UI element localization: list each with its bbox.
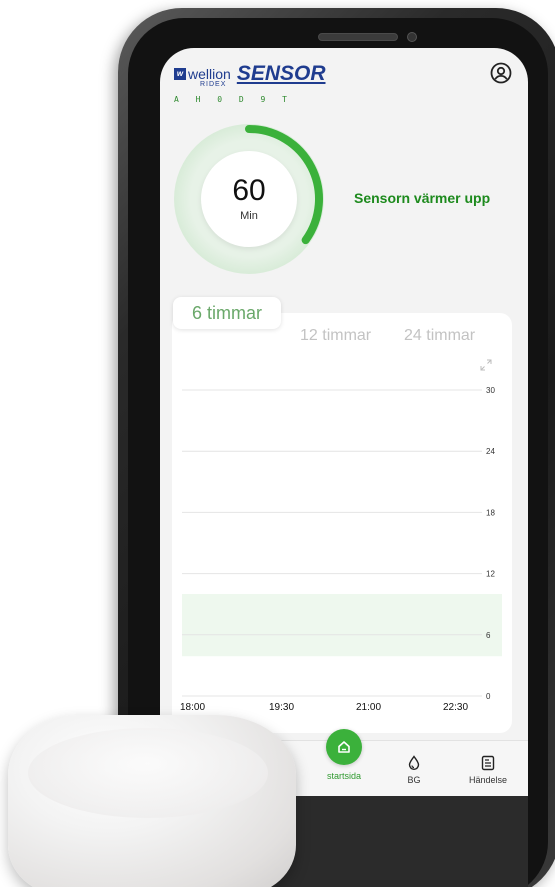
earpiece-speaker <box>318 33 398 41</box>
x-tick-label: 18:00 <box>180 702 205 713</box>
drop-icon <box>408 755 420 770</box>
tab-24-hours[interactable]: 24 timmar <box>404 327 475 345</box>
y-tick-label: 6 <box>486 631 491 640</box>
cgm-sensor-top-surface <box>28 728 268 818</box>
nav-label-bg: BG <box>407 775 421 785</box>
nav-label-events: Händelse <box>468 775 508 785</box>
expand-icon[interactable] <box>480 359 492 371</box>
y-tick-label: 18 <box>486 508 495 517</box>
target-range-band <box>182 594 502 657</box>
y-tick-label: 12 <box>486 570 495 579</box>
nav-label-home: startsida <box>326 771 361 781</box>
nav-item-home[interactable]: startsida <box>314 729 374 781</box>
event-log-icon <box>481 755 495 771</box>
x-tick-label: 19:30 <box>269 702 294 713</box>
tab-12-hours[interactable]: 12 timmar <box>300 327 371 345</box>
nav-item-bg[interactable]: BG <box>384 741 444 785</box>
x-tick-label: 22:30 <box>443 702 468 713</box>
y-tick-label: 0 <box>486 692 491 701</box>
y-tick-label: 30 <box>486 386 495 395</box>
tab-6-hours[interactable]: 6 timmar <box>173 297 281 329</box>
home-icon <box>326 729 362 765</box>
nav-item-events[interactable]: Händelse <box>458 741 518 785</box>
glucose-chart: 061218243018:0019:3021:0022:3027/12 <box>180 386 502 723</box>
x-tick-label: 21:00 <box>356 702 381 713</box>
y-tick-label: 24 <box>486 447 495 456</box>
front-camera <box>407 32 417 42</box>
